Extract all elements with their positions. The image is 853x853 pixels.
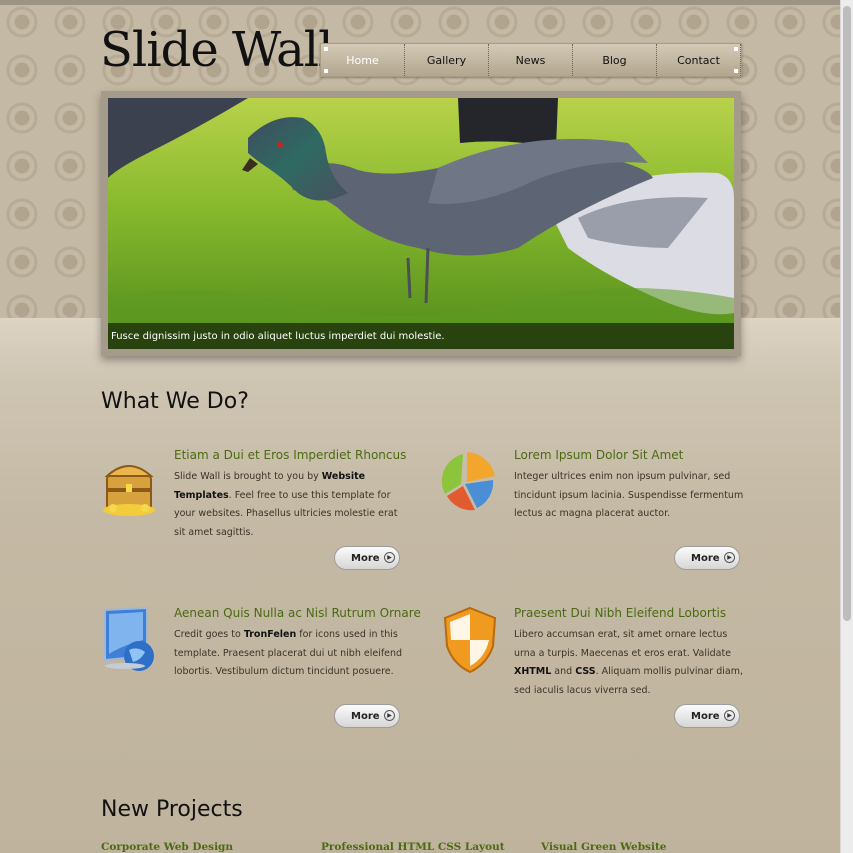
arrow-right-icon: ▶ — [384, 552, 395, 563]
site-logo[interactable]: Slide Wall — [100, 26, 333, 74]
slider-image[interactable]: Fusce dignissim justo in odio aliquet lu… — [108, 98, 734, 349]
main-nav: Home Gallery News Blog Contact — [320, 43, 742, 77]
nav-home[interactable]: Home — [321, 44, 405, 76]
feature-description: Integer ultrices enim non ipsum pulvinar… — [514, 471, 744, 519]
feature-title[interactable]: Aenean Quis Nulla ac Nisl Rutrum Ornare — [174, 606, 421, 620]
feature-text: Credit goes to — [174, 629, 244, 640]
arrow-right-icon: ▶ — [724, 710, 735, 721]
arrow-right-icon: ▶ — [384, 710, 395, 721]
more-button[interactable]: More ▶ — [674, 546, 740, 570]
nav-contact[interactable]: Contact — [657, 44, 741, 76]
more-button[interactable]: More ▶ — [674, 704, 740, 728]
nav-gallery[interactable]: Gallery — [405, 44, 489, 76]
project-link[interactable]: Professional HTML CSS Layout — [321, 841, 505, 853]
feature-text: Libero accumsan erat, sit amet ornare le… — [514, 629, 732, 659]
more-label: More — [351, 710, 380, 722]
scrollbar-thumb[interactable] — [843, 6, 851, 621]
slider-caption: Fusce dignissim justo in odio aliquet lu… — [108, 323, 734, 349]
nav-news[interactable]: News — [489, 44, 573, 76]
pigeon-photo — [108, 98, 734, 349]
nav-corner-dot — [324, 47, 328, 51]
nav-corner-dot — [734, 47, 738, 51]
globe-computer-icon — [104, 606, 154, 671]
what-we-do-heading: What We Do? — [101, 389, 249, 414]
nav-corner-dot — [324, 69, 328, 73]
feature-description: Credit goes to TronFelen for icons used … — [174, 626, 404, 682]
arrow-right-icon: ▶ — [724, 552, 735, 563]
more-label: More — [691, 710, 720, 722]
project-link[interactable]: Visual Green Website — [541, 841, 666, 853]
feature-description: Libero accumsan erat, sit amet ornare le… — [514, 626, 744, 700]
top-border — [0, 0, 841, 5]
nav-blog[interactable]: Blog — [573, 44, 657, 76]
project-link[interactable]: Corporate Web Design — [101, 841, 233, 853]
feature-link[interactable]: TronFelen — [244, 629, 296, 640]
feature-text: and — [551, 666, 576, 677]
more-button[interactable]: More ▶ — [334, 704, 400, 728]
more-label: More — [691, 552, 720, 564]
more-button[interactable]: More ▶ — [334, 546, 400, 570]
pie-chart-icon — [441, 452, 495, 511]
feature-title[interactable]: Etiam a Dui et Eros Imperdiet Rhoncus — [174, 448, 406, 462]
feature-title[interactable]: Lorem Ipsum Dolor Sit Amet — [514, 448, 683, 462]
feature-text: Slide Wall is brought to you by — [174, 471, 322, 482]
feature-description: Slide Wall is brought to you by Website … — [174, 468, 404, 542]
nav-corner-dot — [734, 69, 738, 73]
treasure-chest-icon — [103, 465, 155, 516]
new-projects-heading: New Projects — [101, 797, 243, 822]
slider: Fusce dignissim justo in odio aliquet lu… — [101, 91, 741, 356]
more-label: More — [351, 552, 380, 564]
vertical-scrollbar[interactable] — [840, 0, 853, 853]
feature-link[interactable]: CSS — [575, 666, 595, 677]
shield-icon — [443, 606, 497, 674]
feature-title[interactable]: Praesent Dui Nibh Eleifend Lobortis — [514, 606, 726, 620]
feature-link[interactable]: XHTML — [514, 666, 551, 677]
